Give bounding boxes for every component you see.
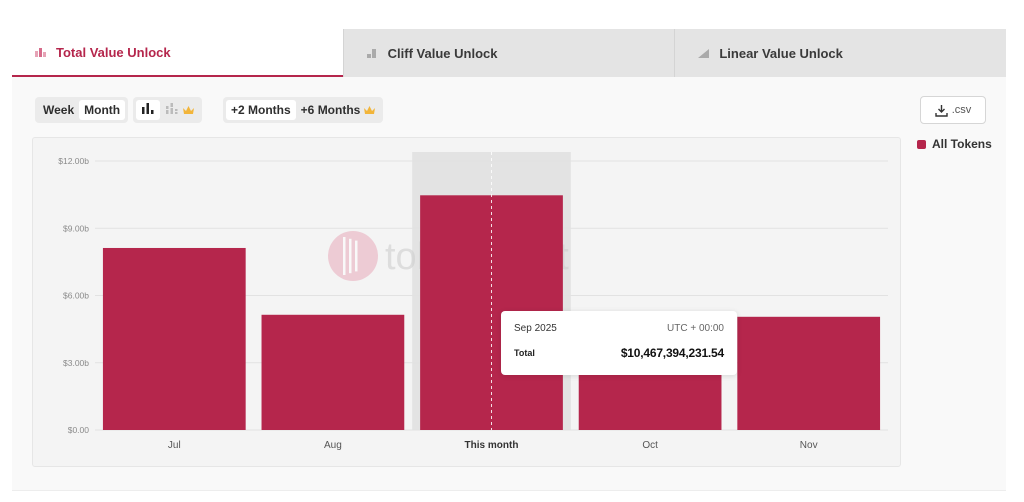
tab-total-value-unlock[interactable]: Total Value Unlock [12, 29, 343, 77]
period-toggle: Week Month [35, 97, 129, 123]
plus-6-months-label: +6 Months [300, 103, 361, 117]
y-tick-label: $3.00b [63, 358, 89, 368]
tooltip-value: $10,467,394,231.54 [620, 346, 724, 360]
bar-chart: $0.00$3.00b$6.00b$9.00b$12.00btokenomist… [58, 152, 888, 451]
tab-cliff-value-unlock[interactable]: Cliff Value Unlock [342, 29, 675, 77]
stacked-bars-icon [34, 46, 48, 58]
x-tick-label: Jul [168, 440, 181, 451]
tab-label: Total Value Unlock [56, 44, 171, 60]
download-icon [935, 104, 948, 117]
chart-area: $0.00$3.00b$6.00b$9.00b$12.00btokenomist… [32, 137, 901, 467]
tab-label: Cliff Value Unlock [387, 45, 498, 61]
x-tick-label: Nov [800, 440, 818, 451]
tooltip-label: Total [514, 348, 535, 358]
tab-bar: Total Value Unlock Cliff Value Unlock Li… [12, 29, 1007, 77]
y-tick-label: $9.00b [63, 223, 89, 233]
chart-panel: Week Month +2 Months +6 Months .csv All … [12, 77, 1006, 491]
y-tick-label: $6.00b [63, 291, 89, 301]
x-tick-label: This month [465, 440, 519, 451]
plus-2-months-button[interactable]: +2 Months [226, 100, 296, 120]
stacked-chart-icon [165, 102, 179, 118]
bar-chart-icon [141, 102, 155, 118]
week-button[interactable]: Week [38, 100, 79, 120]
legend-swatch [917, 139, 926, 149]
bar-1 [261, 314, 405, 430]
stacked-chart-button[interactable] [160, 100, 199, 120]
x-tick-label: Oct [642, 440, 658, 451]
bar-chart-button[interactable] [136, 100, 160, 120]
projection-toggle: +2 Months +6 Months [223, 97, 384, 123]
tab-label: Linear Value Unlock [719, 45, 843, 61]
tooltip-date: Sep 2025 [514, 323, 557, 334]
plus-6-months-button[interactable]: +6 Months [296, 100, 381, 120]
watermark-logo [328, 231, 378, 281]
linear-ramp-icon [697, 47, 711, 59]
month-button[interactable]: Month [79, 100, 126, 120]
tooltip-timezone: UTC + 00:00 [667, 323, 724, 334]
bar-4 [737, 316, 881, 430]
bar-0 [102, 247, 246, 430]
cliff-bars-icon [366, 47, 380, 59]
csv-label: .csv [951, 104, 972, 116]
crown-icon [183, 105, 194, 115]
chart-type-toggle [133, 97, 202, 123]
legend-item-all-tokens[interactable]: All Tokens [917, 137, 992, 151]
chart-tooltip: Sep 2025 UTC + 00:00 Total $10,467,394,2… [501, 311, 737, 375]
tab-linear-value-unlock[interactable]: Linear Value Unlock [674, 29, 1007, 77]
x-tick-label: Aug [324, 440, 342, 451]
legend-label: All Tokens [932, 137, 992, 151]
y-tick-label: $0.00 [68, 425, 90, 435]
download-csv-button[interactable]: .csv [920, 96, 986, 124]
y-tick-label: $12.00b [58, 156, 89, 166]
crown-icon [364, 105, 376, 115]
